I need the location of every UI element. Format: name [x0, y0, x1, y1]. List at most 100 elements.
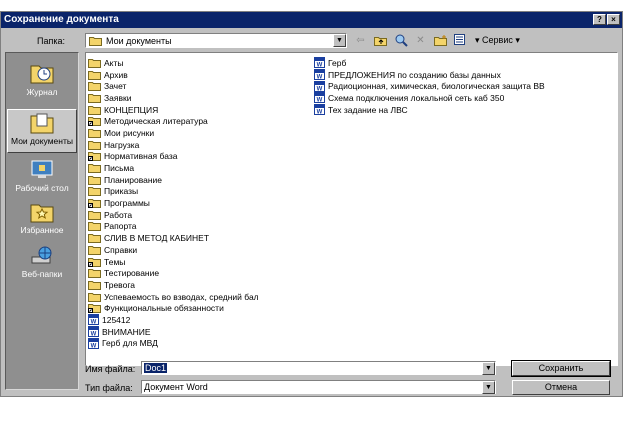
- list-item[interactable]: W 125412: [88, 314, 259, 326]
- svg-text:W: W: [317, 110, 323, 116]
- chevron-down-icon[interactable]: ▼: [482, 381, 495, 394]
- list-item[interactable]: Нагрузка: [88, 139, 259, 151]
- list-item[interactable]: Программы: [88, 197, 259, 209]
- list-item[interactable]: W ПРЕДЛОЖЕНИЯ по созданию базы данных: [314, 69, 545, 81]
- list-item[interactable]: Справки: [88, 244, 259, 256]
- title-bar: Сохранение документа ? ×: [1, 12, 622, 28]
- place-my-documents[interactable]: Мои документы: [7, 109, 77, 153]
- svg-text:W: W: [317, 98, 323, 104]
- place-label: Мои документы: [11, 136, 73, 146]
- place-history[interactable]: Журнал: [7, 59, 77, 103]
- help-button[interactable]: ?: [593, 14, 606, 25]
- svg-text:W: W: [91, 343, 97, 349]
- lookin-dropdown[interactable]: Мои документы ▼: [85, 33, 347, 48]
- list-item-label: КОНЦЕПЦИЯ: [104, 104, 159, 115]
- search-web-icon[interactable]: [393, 33, 408, 47]
- list-item[interactable]: Планирование: [88, 174, 259, 186]
- place-favorites[interactable]: Избранное: [7, 199, 77, 239]
- list-item[interactable]: W ВНИМАНИЕ: [88, 326, 259, 338]
- tools-menu[interactable]: ▾ Сервис ▾: [475, 35, 520, 46]
- list-item[interactable]: Работа: [88, 209, 259, 221]
- list-item-label: Архив: [104, 69, 128, 80]
- folder-icon: [88, 221, 101, 232]
- folder-icon: [88, 163, 101, 174]
- file-list[interactable]: Акты Архив Зачет Заявки КОНЦЕПЦИЯ Методическа…: [85, 52, 618, 366]
- list-item[interactable]: W Герб: [314, 57, 545, 69]
- list-item[interactable]: Рапорта: [88, 221, 259, 233]
- folder-icon: [88, 128, 101, 138]
- back-icon[interactable]: ⇦: [353, 33, 368, 47]
- list-item[interactable]: Мои рисунки: [88, 127, 259, 139]
- list-item-label: СЛИВ В МЕТОД КАБИНЕТ: [104, 233, 210, 244]
- word-doc-icon: W: [88, 337, 99, 349]
- list-item-label: Радиоционная, химическая, биологическая …: [328, 81, 545, 92]
- list-item[interactable]: СЛИВ В МЕТОД КАБИНЕТ: [88, 232, 259, 244]
- shortcut-folder-icon: [88, 198, 101, 209]
- filename-input[interactable]: Doc1 ▼: [141, 361, 496, 375]
- filetype-select[interactable]: Документ Word ▼: [141, 380, 496, 394]
- cancel-button[interactable]: Отмена: [512, 380, 610, 395]
- lookin-value: Мои документы: [106, 35, 172, 46]
- place-web-folders[interactable]: Веб-папки: [7, 243, 77, 283]
- favorites-icon: [7, 201, 77, 223]
- filetype-value: Документ Word: [144, 382, 208, 392]
- list-item[interactable]: W Схема подключения локальной сеть каб 35…: [314, 92, 545, 104]
- list-item-label: Зачет: [104, 81, 127, 92]
- list-item[interactable]: W Герб для МВД: [88, 337, 259, 350]
- list-item-label: Рапорта: [104, 221, 137, 232]
- new-folder-icon[interactable]: [433, 33, 448, 47]
- file-list-column-2: W Герб W ПРЕДЛОЖЕНИЯ по созданию базы данны…: [314, 57, 545, 116]
- list-item[interactable]: Методическая литература: [88, 115, 259, 127]
- save-button[interactable]: Сохранить: [511, 360, 611, 377]
- views-icon[interactable]: [453, 33, 468, 47]
- list-item-label: Успеваемость во взводах, средний бал: [104, 291, 259, 302]
- list-item-label: Нормативная база: [104, 151, 178, 162]
- list-item[interactable]: Письма: [88, 162, 259, 174]
- chevron-down-icon[interactable]: ▼: [333, 34, 346, 47]
- delete-icon[interactable]: ✕: [413, 33, 428, 47]
- svg-text:W: W: [91, 320, 97, 326]
- list-item[interactable]: КОНЦЕПЦИЯ: [88, 104, 259, 116]
- svg-text:W: W: [317, 75, 323, 81]
- svg-text:W: W: [317, 63, 323, 69]
- folder-icon: [88, 245, 101, 255]
- word-doc-icon: W: [88, 326, 99, 338]
- folder-icon: [88, 292, 101, 302]
- window-title: Сохранение документа: [4, 14, 119, 25]
- desktop-icon: [7, 159, 77, 181]
- save-dialog: Сохранение документа ? × Папка: Мои доку…: [0, 11, 623, 397]
- list-item[interactable]: Нормативная база: [88, 151, 259, 163]
- place-label: Веб-папки: [21, 269, 63, 279]
- list-item[interactable]: Тестирование: [88, 267, 259, 279]
- list-item[interactable]: Архив: [88, 69, 259, 81]
- list-item[interactable]: Тревога: [88, 279, 259, 291]
- word-doc-icon: W: [314, 57, 325, 69]
- list-item[interactable]: Заявки: [88, 92, 259, 104]
- place-desktop[interactable]: Рабочий стол: [7, 157, 77, 199]
- list-item[interactable]: Приказы: [88, 186, 259, 198]
- list-item[interactable]: W Радиоционная, химическая, биологическая…: [314, 80, 545, 92]
- web-folders-icon: [7, 245, 77, 267]
- toolbar: ⇦ ✕ ▾ Сервис ▾: [353, 33, 520, 47]
- folder-icon: [88, 93, 101, 103]
- folder-icon: [88, 81, 101, 92]
- list-item[interactable]: Акты: [88, 57, 259, 69]
- list-item[interactable]: Успеваемость во взводах, средний бал: [88, 291, 259, 303]
- list-item[interactable]: Темы: [88, 256, 259, 268]
- filename-label: Имя файла:: [85, 364, 136, 374]
- chevron-down-icon[interactable]: ▼: [482, 362, 495, 375]
- list-item-label: Тех задание на ЛВС: [328, 104, 408, 115]
- close-button[interactable]: ×: [607, 14, 620, 25]
- list-item[interactable]: Зачет: [88, 80, 259, 92]
- list-item-label: Тестирование: [104, 268, 160, 279]
- list-item-label: Герб для МВД: [102, 338, 158, 349]
- list-item-label: Функциональные обязанности: [104, 303, 224, 314]
- up-folder-icon[interactable]: [373, 33, 388, 47]
- list-item[interactable]: Функциональные обязанности: [88, 302, 259, 314]
- shortcut-folder-icon: [88, 151, 101, 162]
- word-doc-icon: W: [314, 92, 325, 104]
- list-item[interactable]: W Тех задание на ЛВС: [314, 104, 545, 116]
- folder-icon: [88, 140, 101, 150]
- tools-menu-label: Сервис: [482, 34, 513, 45]
- place-label: Журнал: [26, 87, 58, 97]
